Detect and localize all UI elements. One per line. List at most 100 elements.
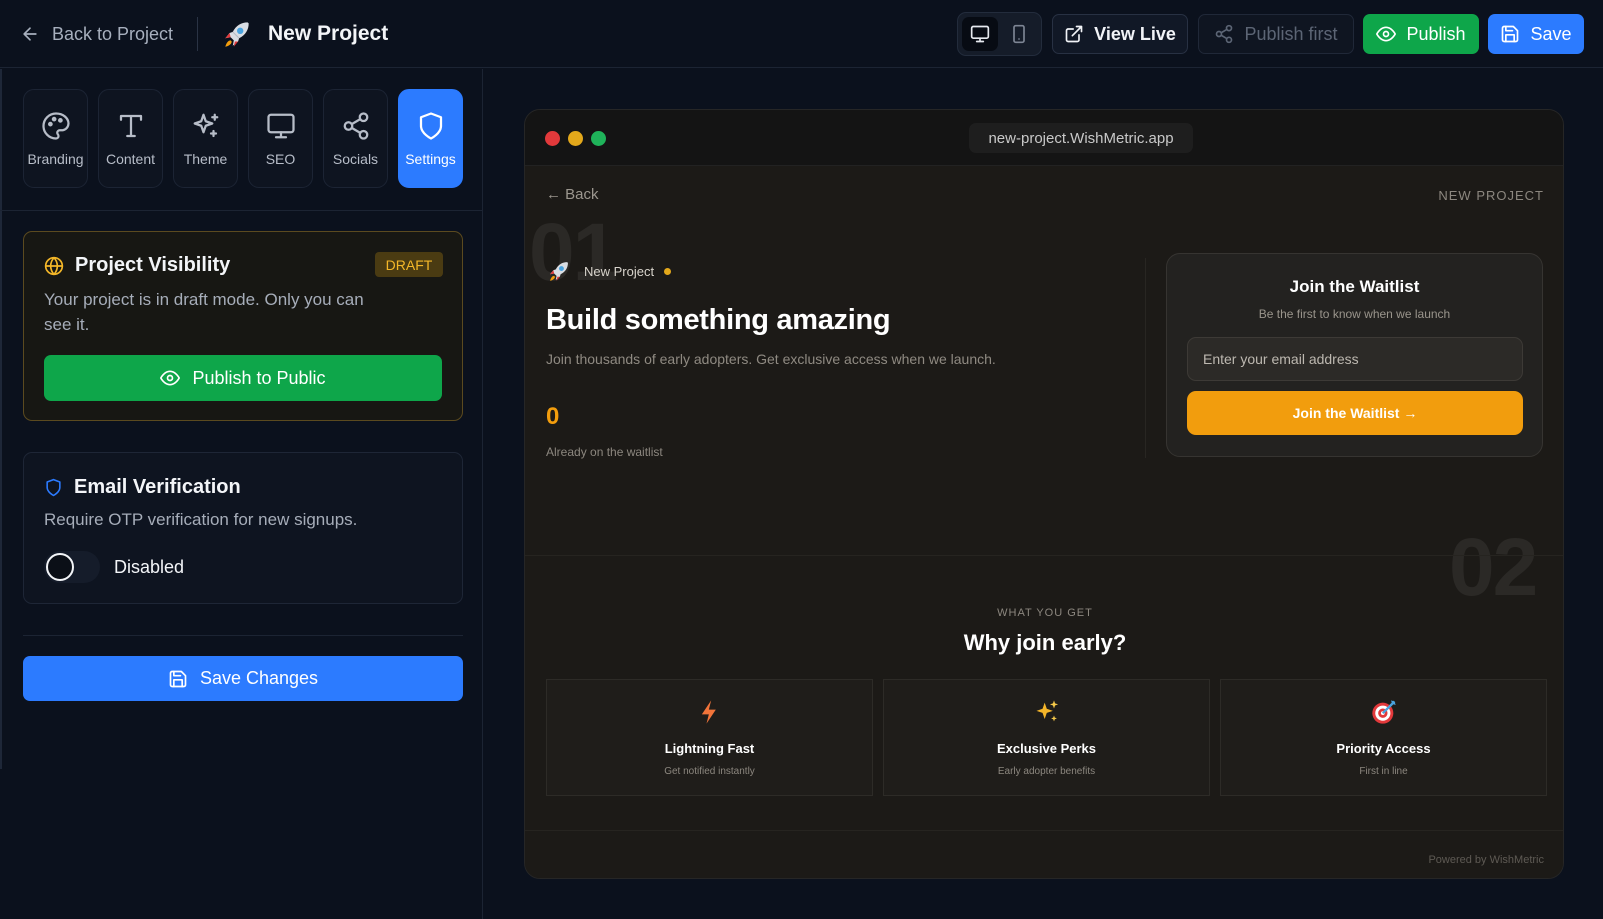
project-visibility-title: Project Visibility	[44, 254, 230, 277]
external-link-icon	[1065, 25, 1083, 43]
features-title: Why join early?	[963, 630, 1127, 655]
save-changes-label: Save Changes	[199, 668, 319, 688]
monitor-icon	[266, 113, 295, 138]
email-verification-card: Email Verification Require OTP verificat…	[23, 452, 463, 604]
project-visibility-description: Your project is in draft mode. Only you …	[44, 290, 364, 334]
save-label: Save	[1530, 23, 1572, 44]
hero-brand-name: New Project	[584, 263, 655, 279]
eye-icon	[160, 370, 181, 386]
back-to-project-link[interactable]: Back to Project	[20, 20, 173, 48]
hero-title: Build something amazing	[546, 304, 891, 336]
toggle-knob	[46, 553, 74, 581]
site-preview: new-project.WishMetric.app 01 02 ← Back …	[524, 109, 1564, 879]
palette-icon	[41, 111, 70, 140]
waitlist-count: 0	[546, 403, 560, 430]
tab-content[interactable]: Content	[98, 89, 163, 188]
feature-name: Priority Access	[1336, 741, 1431, 756]
lightning-icon	[701, 700, 716, 724]
tab-socials[interactable]: Socials	[323, 89, 388, 188]
mobile-view-button[interactable]	[1002, 17, 1038, 51]
site-back-link[interactable]: ← Back	[546, 186, 599, 203]
join-waitlist-button[interactable]: Join the Waitlist →	[1187, 391, 1523, 435]
window-minimize-dot	[568, 131, 583, 146]
email-verification-title: Email Verification	[44, 476, 241, 499]
feature-name: Exclusive Perks	[996, 741, 1097, 756]
sidebar: Branding Content Theme SEO Socials Setti…	[0, 69, 483, 919]
features-eyebrow: WHAT YOU GET	[997, 607, 1093, 619]
rocket-icon	[225, 22, 249, 47]
feature-card: Lightning Fast Get notified instantly	[546, 679, 873, 796]
browser-bar: new-project.WishMetric.app	[525, 110, 1563, 166]
section-divider	[525, 555, 1563, 556]
back-to-project-label: Back to Project	[52, 23, 174, 44]
window-close-dot	[545, 131, 560, 146]
feature-card: Priority Access First in line	[1220, 679, 1547, 796]
status-dot	[664, 267, 672, 275]
target-icon	[1371, 700, 1396, 724]
tab-theme[interactable]: Theme	[173, 89, 238, 188]
monitor-icon	[970, 25, 989, 43]
arrow-left-icon	[23, 27, 37, 41]
waitlist-title: Join the Waitlist	[1289, 277, 1420, 296]
save-icon	[1502, 25, 1519, 43]
feature-description: Early adopter benefits	[997, 766, 1096, 777]
save-button[interactable]: Save	[1488, 14, 1584, 54]
project-visibility-heading: Project Visibility	[75, 254, 231, 276]
email-verification-heading: Email Verification	[74, 476, 241, 498]
project-visibility-card: Project Visibility DRAFT Your project is…	[23, 231, 463, 421]
tab-label: Content	[105, 150, 156, 167]
sparkles-icon	[193, 113, 218, 137]
tab-branding[interactable]: Branding	[23, 89, 88, 188]
desktop-view-button[interactable]	[962, 17, 998, 51]
feature-description: Get notified instantly	[664, 766, 755, 777]
publish-button[interactable]: Publish	[1363, 14, 1479, 54]
type-icon	[119, 114, 142, 137]
site-project-label: NEW PROJECT	[1438, 188, 1544, 203]
publish-first-button[interactable]: Publish first	[1198, 14, 1354, 54]
publish-to-public-button[interactable]: Publish to Public	[44, 355, 442, 401]
feature-description: First in line	[1359, 766, 1408, 777]
toggle-status-label: Disabled	[114, 557, 185, 577]
shield-icon	[46, 478, 61, 497]
feature-name: Lightning Fast	[664, 741, 755, 756]
rocket-icon	[550, 262, 568, 281]
powered-by-footer: Powered by WishMetric	[1428, 854, 1544, 866]
sparkles-icon	[1036, 700, 1058, 722]
share-icon	[343, 111, 368, 140]
view-live-label: View Live	[1094, 23, 1176, 44]
tab-label: SEO	[265, 150, 296, 167]
preview-url: new-project.WishMetric.app	[969, 123, 1193, 153]
publish-label: Publish	[1406, 23, 1466, 44]
eye-icon	[1376, 26, 1397, 42]
globe-icon	[44, 256, 64, 275]
hero-subtitle: Join thousands of early adopters. Get ex…	[546, 351, 996, 367]
waitlist-subtitle: Be the first to know when we launch	[1258, 307, 1451, 321]
view-live-button[interactable]: View Live	[1052, 14, 1188, 54]
email-verification-description: Require OTP verification for new signups…	[44, 510, 358, 529]
tab-settings[interactable]: Settings	[398, 89, 463, 188]
top-bar: Back to Project New Project View Live Pu…	[0, 0, 1603, 68]
email-verification-toggle[interactable]	[44, 551, 100, 583]
email-input[interactable]: Enter your email address	[1187, 337, 1523, 381]
share-icon	[1216, 24, 1233, 44]
waitlist-count-label: Already on the waitlist	[546, 445, 663, 459]
save-icon	[169, 670, 187, 687]
settings-tabs: Branding Content Theme SEO Socials Setti…	[23, 89, 463, 188]
tabs-divider	[0, 210, 482, 211]
footer-divider	[525, 830, 1563, 831]
tab-label: Settings	[405, 150, 456, 167]
save-changes-button[interactable]: Save Changes	[23, 656, 463, 701]
section-number: 01	[529, 207, 618, 298]
tab-seo[interactable]: SEO	[248, 89, 313, 188]
tab-label: Branding	[27, 150, 84, 167]
project-name: New Project	[268, 22, 389, 45]
publish-to-public-label: Publish to Public	[192, 367, 326, 388]
section-number: 02	[1449, 522, 1538, 613]
header-divider	[197, 17, 198, 51]
landing-page: 01 02 ← Back NEW PROJECT New Project Bui…	[525, 166, 1563, 878]
feature-card: Exclusive Perks Early adopter benefits	[883, 679, 1210, 796]
device-toggle	[957, 12, 1042, 56]
window-maximize-dot	[591, 131, 606, 146]
sidebar-divider	[23, 635, 463, 636]
features-grid: Lightning Fast Get notified instantly Ex…	[546, 679, 1547, 796]
